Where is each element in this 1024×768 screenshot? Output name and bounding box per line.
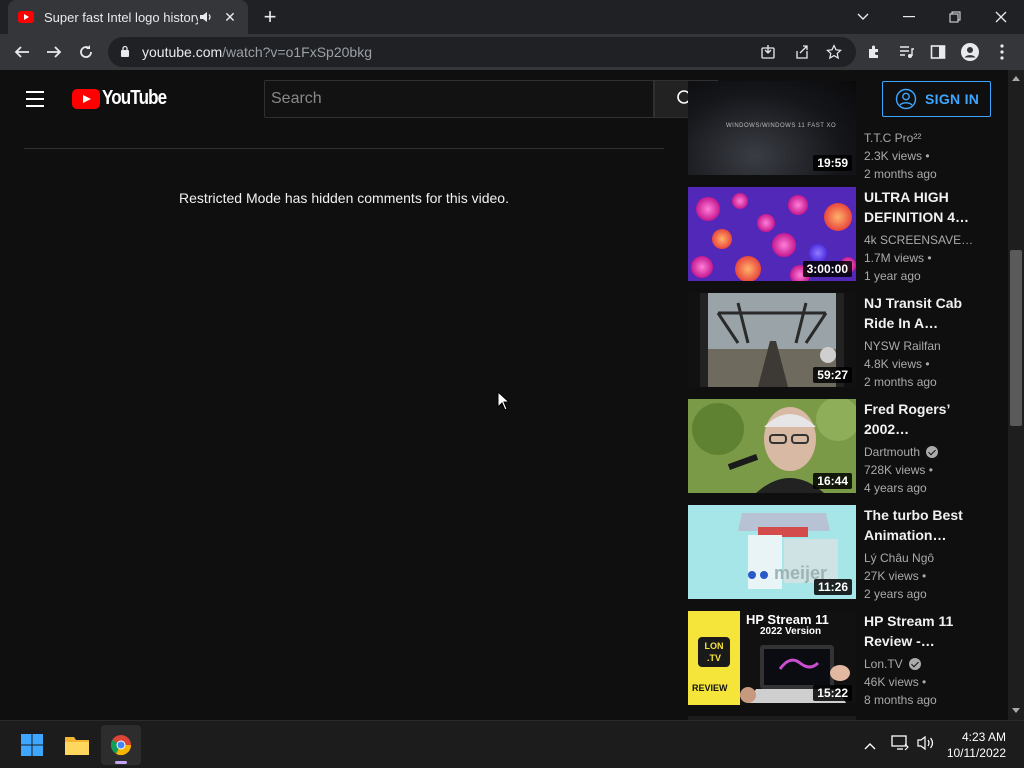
view-count: 27K views • (864, 569, 927, 583)
channel-name[interactable]: T.T.C Pro²² (864, 129, 992, 147)
video-thumbnail[interactable]: 59:27 (688, 293, 856, 387)
youtube-wordmark: YouTube (102, 87, 167, 109)
extensions-puzzle-icon[interactable] (860, 38, 888, 66)
video-thumbnail[interactable]: meijer 11:26 (688, 505, 856, 599)
video-duration: 15:22 (813, 685, 852, 701)
close-tab-icon[interactable]: ✕ (222, 9, 238, 25)
view-count: 728K views • (864, 463, 933, 477)
browser-toolbar: youtube.com/watch?v=o1FxSp20bkg (0, 34, 1024, 70)
url-text[interactable]: youtube.com/watch?v=o1FxSp20bkg (142, 44, 372, 60)
scrollbar-thumb[interactable] (1010, 250, 1022, 426)
video-thumbnail[interactable]: 16:44 (688, 399, 856, 493)
restore-window-icon[interactable] (932, 0, 978, 34)
upload-age: 2 years ago (864, 587, 927, 601)
browser-tab-strip: Super fast Intel logo history ✕ + (0, 0, 1024, 34)
lon-tv-badge: LON .TV (698, 637, 730, 667)
view-count: 2.3K views • (864, 149, 930, 163)
search-input[interactable] (265, 81, 653, 117)
channel-name[interactable]: Lý Châu Ngô (864, 549, 992, 567)
verified-badge-icon (926, 446, 939, 458)
network-icon[interactable] (891, 735, 909, 756)
back-arrow-icon[interactable] (8, 38, 36, 66)
lock-icon[interactable] (120, 45, 130, 58)
youtube-logo[interactable]: YouTube (72, 87, 178, 110)
minimize-window-icon[interactable] (886, 0, 932, 34)
new-tab-button[interactable]: + (258, 6, 282, 28)
install-app-icon[interactable] (758, 42, 778, 62)
scroll-up-arrow-icon[interactable] (1012, 76, 1020, 81)
video-duration: 19:59 (813, 155, 852, 171)
thumbnail-overlay-text: WINDOWS/WINDOWS 11 FAST XO (726, 123, 837, 129)
upload-age: 2 months ago (864, 375, 937, 389)
view-count: 46K views • (864, 675, 927, 689)
close-window-icon[interactable] (978, 0, 1024, 34)
side-panel-icon[interactable] (924, 38, 952, 66)
upload-age: 1 year ago (864, 269, 921, 283)
tab-search-chevron-icon[interactable] (840, 0, 886, 34)
system-clock[interactable]: 4:23 AM 10/11/2022 (947, 729, 1006, 761)
channel-name[interactable]: 4k SCREENSAVE… (864, 231, 992, 249)
video-duration: 16:44 (813, 473, 852, 489)
comments-divider (24, 148, 664, 149)
channel-name[interactable]: Lon.TV (864, 655, 992, 673)
show-hidden-icons-chevron-icon[interactable] (864, 737, 876, 755)
search-box (264, 80, 654, 118)
channel-name[interactable]: Dartmouth (864, 443, 992, 461)
file-explorer-icon[interactable] (57, 725, 97, 765)
related-video-item[interactable]: meijer 11:26 The turbo Best Animation… L… (688, 505, 998, 601)
video-title[interactable]: Fred Rogers’ 2002… (864, 399, 992, 439)
browser-tab-active[interactable]: Super fast Intel logo history ✕ (8, 0, 248, 34)
video-title[interactable]: NJ Transit Cab Ride In A… (864, 293, 992, 333)
forward-arrow-icon[interactable] (40, 38, 68, 66)
restricted-mode-message: Restricted Mode has hidden comments for … (179, 190, 509, 206)
mouse-cursor-icon (497, 391, 509, 411)
related-video-item[interactable]: 16:44 Fred Rogers’ 2002… Dartmouth 728K … (688, 399, 998, 495)
video-duration: 3:00:00 (802, 261, 852, 277)
reload-icon[interactable] (72, 38, 100, 66)
address-bar[interactable]: youtube.com/watch?v=o1FxSp20bkg (108, 37, 856, 67)
media-controls-icon[interactable] (892, 38, 920, 66)
related-video-item[interactable]: 3:00:00 ULTRA HIGH DEFINITION 4… 4k SCRE… (688, 187, 998, 283)
bookmark-star-icon[interactable] (824, 42, 844, 62)
related-video-item[interactable]: WINDOWS/WINDOWS 11 FAST XO 19:59 T.T.C P… (688, 81, 998, 181)
view-count: 4.8K views • (864, 357, 930, 371)
video-thumbnail[interactable]: 3:00:00 (688, 187, 856, 281)
related-video-item[interactable]: 59:27 NJ Transit Cab Ride In A… NYSW Rai… (688, 293, 998, 389)
profile-avatar-icon[interactable] (956, 38, 984, 66)
youtube-favicon-icon (18, 11, 34, 23)
page-scrollbar[interactable] (1008, 70, 1024, 720)
channel-name[interactable]: NYSW Railfan (864, 337, 992, 355)
video-duration: 11:26 (813, 579, 852, 595)
hamburger-menu-icon[interactable] (20, 86, 50, 112)
view-count: 1.7M views • (864, 251, 932, 265)
share-icon[interactable] (792, 42, 812, 62)
video-thumbnail[interactable]: LON .TV REVIEW HP Stream 11 2022 Version … (688, 611, 856, 705)
active-app-indicator (115, 761, 127, 764)
verified-badge-icon (908, 658, 921, 670)
chrome-menu-icon[interactable] (988, 38, 1016, 66)
video-title[interactable]: HP Stream 11 Review -… (864, 611, 992, 651)
video-duration: 59:27 (813, 367, 852, 383)
video-title[interactable]: ULTRA HIGH DEFINITION 4… (864, 187, 992, 227)
chrome-taskbar-icon[interactable] (101, 725, 141, 765)
clock-date: 10/11/2022 (946, 746, 1006, 760)
youtube-play-logo-icon (72, 88, 100, 109)
thumbnail-subheading: 2022 Version (760, 626, 822, 637)
upload-age: 8 months ago (864, 693, 937, 707)
upload-age: 2 months ago (864, 167, 937, 181)
related-video-item[interactable]: LON .TV REVIEW HP Stream 11 2022 Version … (688, 611, 998, 707)
scroll-down-arrow-icon[interactable] (1012, 708, 1020, 713)
video-title[interactable]: The turbo Best Animation… (864, 505, 992, 545)
volume-speaker-icon[interactable] (916, 735, 934, 756)
thumbnail-heading: HP Stream 11 (746, 612, 829, 627)
speaker-audio-icon[interactable] (198, 9, 214, 25)
video-thumbnail[interactable]: WINDOWS/WINDOWS 11 FAST XO 19:59 (688, 81, 856, 175)
windows-taskbar: 4:23 AM 10/11/2022 (0, 720, 1024, 768)
clock-time: 4:23 AM (961, 730, 1006, 744)
thumbnail-review-label: REVIEW (692, 683, 728, 693)
upload-age: 4 years ago (864, 481, 927, 495)
tab-title: Super fast Intel logo history (44, 9, 198, 25)
windows-start-icon[interactable] (12, 725, 52, 765)
